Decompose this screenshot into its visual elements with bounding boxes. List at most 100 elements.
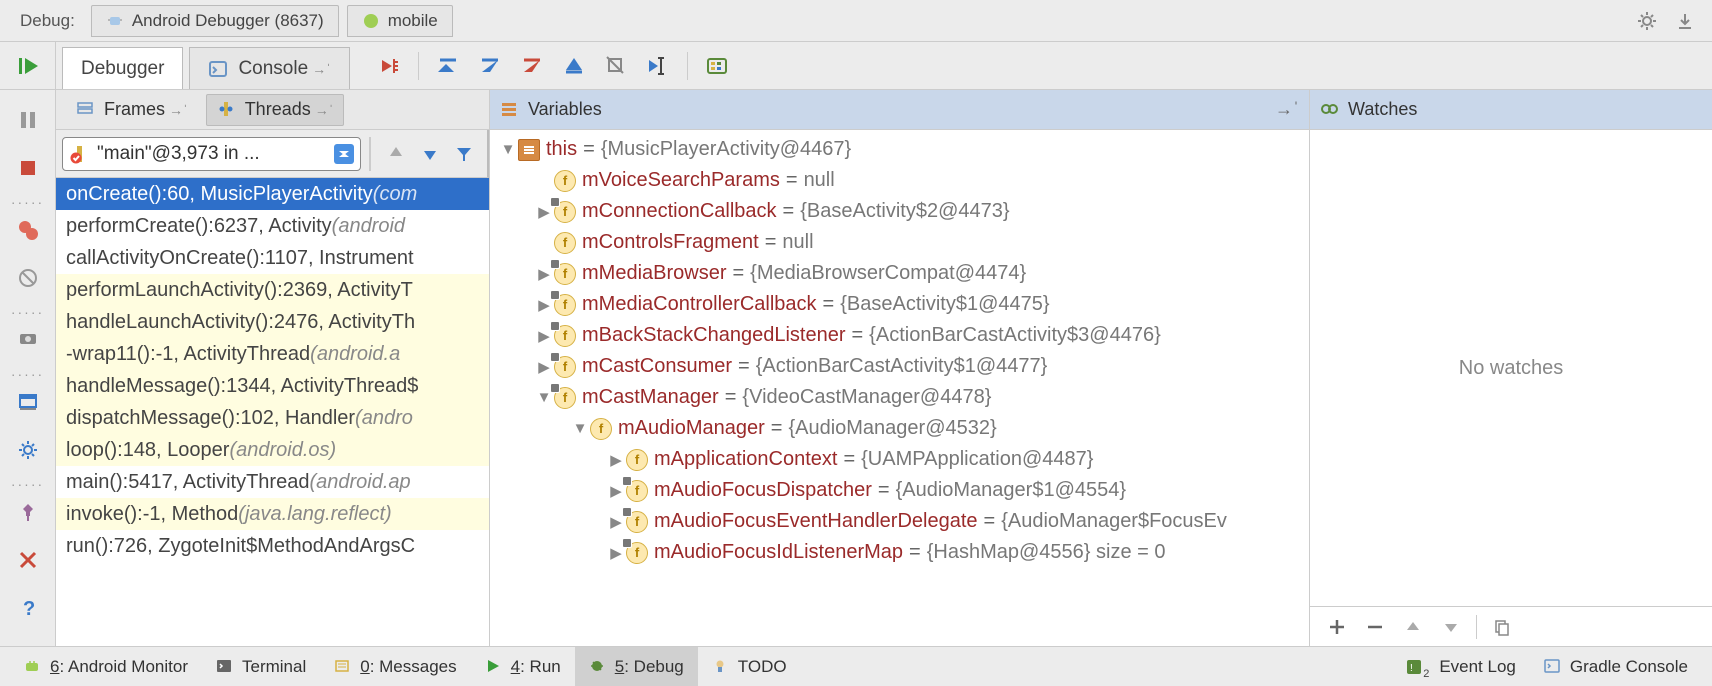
- get-thread-dump-button[interactable]: [14, 326, 42, 354]
- field-icon: f: [554, 232, 576, 254]
- status-messages[interactable]: 0: Messages: [320, 647, 470, 686]
- svg-text:?: ?: [23, 598, 35, 619]
- variable-row[interactable]: ▶f mControlsFragment = null: [490, 227, 1309, 258]
- mute-breakpoints-button[interactable]: [14, 264, 42, 292]
- variable-row[interactable]: ▶f mAudioFocusIdListenerMap = {HashMap@4…: [490, 537, 1309, 568]
- show-execution-point-button[interactable]: [372, 49, 406, 83]
- step-out-button[interactable]: [557, 49, 591, 83]
- variable-value: {MusicPlayerActivity@4467}: [601, 138, 851, 161]
- step-over-button[interactable]: [431, 49, 465, 83]
- status-todo[interactable]: TODO: [698, 647, 801, 686]
- stack-frame[interactable]: onCreate():60, MusicPlayerActivity (com: [56, 178, 489, 210]
- pin-button[interactable]: [14, 498, 42, 526]
- lock-icon: [550, 197, 560, 207]
- status-debug[interactable]: 5: Debug: [575, 647, 698, 686]
- pause-button[interactable]: [14, 106, 42, 134]
- panes: "main"@3,973 in ...: [56, 130, 1712, 646]
- status-run[interactable]: 4: Run: [471, 647, 575, 686]
- resume-button[interactable]: [14, 54, 42, 78]
- variable-row[interactable]: ▶f mApplicationContext = {UAMPApplicatio…: [490, 444, 1309, 475]
- status-event-log[interactable]: ! 2 Event Log: [1391, 647, 1530, 686]
- stack-frame[interactable]: handleMessage():1344, ActivityThread$: [56, 370, 489, 402]
- stack-frame[interactable]: invoke():-1, Method (java.lang.reflect): [56, 498, 489, 530]
- restore-layout-button[interactable]: [14, 388, 42, 416]
- stack-frame[interactable]: performCreate():6237, Activity (android: [56, 210, 489, 242]
- stack-frame[interactable]: loop():148, Looper (android.os): [56, 434, 489, 466]
- stack-frame[interactable]: -wrap11():-1, ActivityThread (android.a: [56, 338, 489, 370]
- tab-android-debugger[interactable]: Android Debugger (8637): [91, 5, 339, 37]
- tab-mobile[interactable]: mobile: [347, 5, 453, 37]
- help-button[interactable]: ?: [14, 594, 42, 622]
- status-android-monitor[interactable]: 6: Android Monitor: [10, 647, 202, 686]
- gear-icon[interactable]: [1634, 8, 1660, 34]
- duplicate-watch-button[interactable]: [1489, 614, 1515, 640]
- arrow-mark-icon: →ˈ: [1275, 99, 1299, 120]
- stack-frame[interactable]: dispatchMessage():102, Handler (andro: [56, 402, 489, 434]
- stop-button[interactable]: [14, 154, 42, 182]
- run-to-cursor-button[interactable]: [641, 49, 675, 83]
- variable-row[interactable]: ▼ this = {MusicPlayerActivity@4467}: [490, 134, 1309, 165]
- variable-row[interactable]: ▶f mMediaBrowser = {MediaBrowserCompat@4…: [490, 258, 1309, 289]
- settings-button[interactable]: [14, 436, 42, 464]
- evaluate-expression-button[interactable]: [700, 49, 734, 83]
- tab-debugger[interactable]: Debugger: [62, 47, 183, 89]
- chevron-right-icon[interactable]: ▶: [606, 451, 626, 469]
- stack-frame[interactable]: callActivityOnCreate():1107, Instrument: [56, 242, 489, 274]
- filter-button[interactable]: [451, 141, 477, 167]
- event-log-icon: ! 2: [1405, 658, 1423, 676]
- chevron-down-icon[interactable]: ▼: [570, 420, 590, 437]
- variable-row[interactable]: ▼f mAudioManager = {AudioManager@4532}: [490, 413, 1309, 444]
- field-icon: f: [554, 170, 576, 192]
- next-frame-button[interactable]: [417, 141, 443, 167]
- stack-frame[interactable]: handleLaunchActivity():2476, ActivityTh: [56, 306, 489, 338]
- close-button[interactable]: [14, 546, 42, 574]
- lock-icon: [622, 507, 632, 517]
- variables-pane[interactable]: ▼ this = {MusicPlayerActivity@4467}▶f mV…: [490, 130, 1310, 646]
- variable-value: {AudioManager$1@4554}: [896, 479, 1127, 502]
- download-icon[interactable]: [1672, 8, 1698, 34]
- object-icon: [518, 139, 540, 161]
- step-toolbar: [356, 42, 738, 89]
- variable-name: mApplicationContext: [654, 448, 837, 471]
- chevron-down-icon[interactable]: ▼: [498, 141, 518, 158]
- variables-header: Variables →ˈ: [490, 90, 1310, 129]
- thread-selector[interactable]: "main"@3,973 in ...: [62, 137, 361, 171]
- step-into-button[interactable]: [473, 49, 507, 83]
- status-terminal[interactable]: Terminal: [202, 647, 320, 686]
- threads-tab[interactable]: Threads →ˈ: [206, 94, 345, 126]
- tab-label: Console: [238, 58, 308, 80]
- drop-frame-button[interactable]: [599, 49, 633, 83]
- prev-frame-button[interactable]: [383, 141, 409, 167]
- frames-tab[interactable]: Frames →ˈ: [66, 94, 198, 126]
- variable-row[interactable]: ▼f mCastManager = {VideoCastManager@4478…: [490, 382, 1309, 413]
- stack-frame[interactable]: run():726, ZygoteInit$MethodAndArgsC: [56, 530, 489, 562]
- move-up-button[interactable]: [1400, 614, 1426, 640]
- tab-label: Debugger: [81, 58, 164, 80]
- add-watch-button[interactable]: [1324, 614, 1350, 640]
- move-down-button[interactable]: [1438, 614, 1464, 640]
- stack-frame[interactable]: main():5417, ActivityThread (android.ap: [56, 466, 489, 498]
- variable-value: {HashMap@4556} size = 0: [927, 541, 1166, 564]
- lock-icon: [550, 259, 560, 269]
- lock-icon: [550, 352, 560, 362]
- view-breakpoints-button[interactable]: [14, 216, 42, 244]
- variable-row[interactable]: ▶f mMediaControllerCallback = {BaseActiv…: [490, 289, 1309, 320]
- thread-name: "main"@3,973 in ...: [97, 143, 260, 165]
- variable-row[interactable]: ▶f mConnectionCallback = {BaseActivity$2…: [490, 196, 1309, 227]
- lock-icon: [550, 383, 560, 393]
- variable-row[interactable]: ▶f mAudioFocusEventHandlerDelegate = {Au…: [490, 506, 1309, 537]
- tab-console[interactable]: Console →ˈ: [189, 47, 349, 89]
- watches-pane: No watches: [1310, 130, 1712, 646]
- force-step-into-button[interactable]: [515, 49, 549, 83]
- frames-label: Frames: [104, 99, 165, 120]
- debugger-tabs: Debugger Console →ˈ: [56, 42, 356, 89]
- status-gradle-console[interactable]: Gradle Console: [1530, 647, 1702, 686]
- remove-watch-button[interactable]: [1362, 614, 1388, 640]
- frames-pane: "main"@3,973 in ...: [56, 130, 490, 646]
- stack-frame[interactable]: performLaunchActivity():2369, ActivityT: [56, 274, 489, 306]
- frames-list[interactable]: onCreate():60, MusicPlayerActivity (comp…: [56, 178, 489, 646]
- variable-row[interactable]: ▶f mAudioFocusDispatcher = {AudioManager…: [490, 475, 1309, 506]
- variable-row[interactable]: ▶f mCastConsumer = {ActionBarCastActivit…: [490, 351, 1309, 382]
- variable-row[interactable]: ▶f mBackStackChangedListener = {ActionBa…: [490, 320, 1309, 351]
- variable-row[interactable]: ▶f mVoiceSearchParams = null: [490, 165, 1309, 196]
